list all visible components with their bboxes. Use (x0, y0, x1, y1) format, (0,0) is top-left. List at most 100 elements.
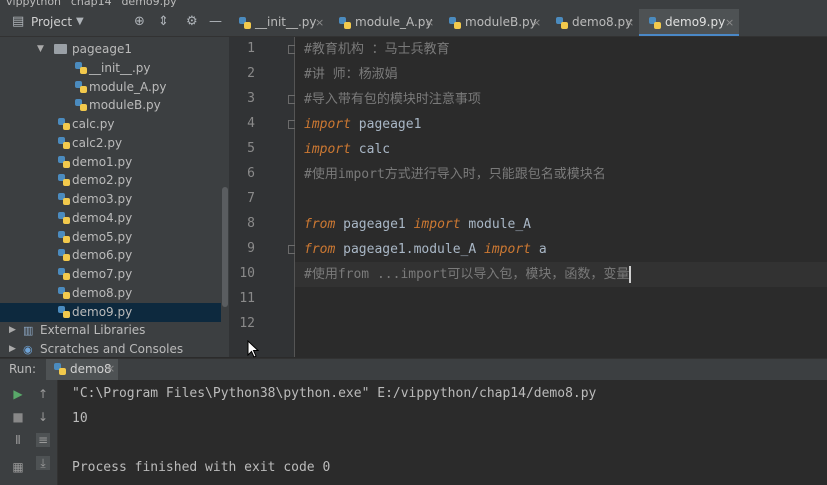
python-file-icon (75, 80, 87, 93)
line-number-gutter: 1 2 3 4 5 6 7 8 9 10 11 12 (229, 37, 297, 357)
python-file-icon (556, 17, 568, 29)
code-line[interactable]: #使用import方式进行导入时，只能跟包名或模块名 (295, 162, 827, 187)
code-line[interactable]: import pageage1 (295, 112, 827, 137)
tree-item-label: demo5.py (72, 229, 133, 244)
code-token: import (413, 217, 461, 232)
project-tree[interactable]: ▼ pageage1 __init__.py module_A.py moduleB.p… (0, 37, 221, 357)
scroll-to-end-icon[interactable]: ⤓ (36, 456, 50, 470)
close-icon[interactable]: × (532, 9, 541, 36)
breadcrumb-file[interactable]: demo9.py (121, 0, 176, 8)
tree-file[interactable]: demo7.py (0, 265, 221, 284)
close-icon[interactable]: × (106, 362, 115, 375)
tree-node[interactable]: ▶ ▥ External Libraries (0, 321, 221, 340)
tree-file[interactable]: calc.py (0, 115, 221, 134)
python-file-icon (649, 17, 661, 29)
console-exit-line: Process finished with exit code 0 (72, 460, 331, 475)
code-line[interactable]: import calc (295, 137, 827, 162)
code-line[interactable] (295, 187, 827, 212)
editor-tab[interactable]: demo8.py × (546, 9, 639, 36)
close-icon[interactable]: × (725, 9, 734, 36)
tree-file[interactable]: calc2.py (0, 134, 221, 153)
code-line[interactable]: from pageage1 import module_A (295, 212, 827, 237)
code-line[interactable]: #讲 师：杨淑娟 (295, 62, 827, 87)
python-file-icon (339, 17, 351, 29)
gear-icon[interactable]: ⚙ (186, 14, 198, 29)
tree-file[interactable]: module_A.py (0, 78, 221, 97)
tree-file[interactable]: moduleB.py (0, 96, 221, 115)
chevron-down-icon[interactable]: ▼ (76, 16, 84, 27)
tree-file[interactable]: demo1.py (0, 153, 221, 172)
close-icon[interactable]: × (425, 9, 434, 36)
expand-arrow-icon[interactable]: ▶ (9, 340, 16, 357)
editor-tab-label: __init__.py (255, 15, 317, 29)
code-token: a (531, 242, 547, 257)
tree-file[interactable]: demo8.py (0, 284, 221, 303)
line-number: 7 (247, 191, 255, 206)
arrow-down-icon[interactable]: ↓ (36, 410, 50, 424)
tree-item-label: __init__.py (89, 60, 151, 75)
rerun-icon[interactable]: ▶ (11, 387, 25, 401)
line-number: 1 (247, 41, 255, 56)
python-file-icon (449, 17, 461, 29)
arrow-up-icon[interactable]: ↑ (36, 387, 50, 401)
expand-arrow-icon[interactable]: ▶ (9, 321, 16, 340)
tree-item-label: demo4.py (72, 210, 133, 225)
code-line[interactable]: #教育机构 ：马士兵教育 (295, 37, 827, 62)
python-file-icon (58, 136, 70, 149)
pause-icon[interactable]: Ⅱ (11, 433, 25, 447)
tree-scrollbar-thumb[interactable] (222, 187, 228, 307)
code-token: #使用from ...import可以导入包，模块，函数，变量 (304, 267, 630, 282)
tree-item-label: moduleB.py (89, 98, 161, 113)
breadcrumb-folder[interactable]: chap14 (71, 0, 112, 8)
run-tab[interactable]: demo8 × (46, 359, 118, 380)
console-command-line: "C:\Program Files\Python38\python.exe" E… (72, 386, 597, 401)
run-console[interactable]: "C:\Program Files\Python38\python.exe" E… (58, 380, 827, 485)
python-file-icon (58, 174, 70, 187)
tree-file[interactable]: demo5.py (0, 228, 221, 247)
expand-arrow-icon[interactable]: ▼ (37, 40, 44, 59)
mouse-cursor-icon (247, 340, 259, 358)
breadcrumb-project[interactable]: vippython (6, 0, 61, 8)
stop-icon[interactable]: ■ (11, 410, 25, 424)
tree-file[interactable]: demo4.py (0, 209, 221, 228)
tree-item-label: pageage1 (72, 42, 132, 56)
run-toolbar: ▶ ↑ ■ ↓ Ⅱ ≡ ▦ ⤓ (0, 380, 58, 485)
code-editor[interactable]: #教育机构 ：马士兵教育 #讲 师：杨淑娟 #导入带有包的模块时注意事项 import… (295, 37, 827, 357)
tree-item-label: demo2.py (72, 173, 133, 188)
tree-node[interactable]: ▶ ◉ Scratches and Consoles (0, 340, 221, 357)
editor-tab[interactable]: demo9.py × (639, 9, 739, 36)
tree-file[interactable]: demo3.py (0, 190, 221, 209)
hide-panel-icon[interactable]: — (209, 14, 222, 29)
tree-file[interactable]: demo6.py (0, 246, 221, 265)
tree-file[interactable]: __init__.py (0, 59, 221, 78)
code-token: #讲 师：杨淑娟 (304, 67, 398, 82)
code-token: import (304, 142, 351, 157)
tree-scrollbar[interactable] (221, 37, 229, 357)
tree-folder[interactable]: ▼ pageage1 (0, 40, 221, 59)
code-token: #导入带有包的模块时注意事项 (304, 92, 481, 107)
locate-icon[interactable]: ⊕ (134, 14, 145, 29)
tree-file[interactable]: demo9.py (0, 302, 221, 322)
project-panel-header: ▤ Project ▼ ⊕ ⇕ ⚙ — (0, 9, 229, 37)
code-line[interactable]: from pageage1.module_A import a (295, 237, 827, 262)
close-icon[interactable]: × (315, 9, 324, 36)
close-icon[interactable]: × (625, 9, 634, 36)
soft-wrap-icon[interactable]: ≡ (36, 433, 50, 447)
project-view-icon: ▤ (12, 14, 25, 29)
editor-tab[interactable]: __init__.py × (229, 9, 329, 36)
editor-tab[interactable]: moduleB.py × (439, 9, 546, 36)
code-line[interactable]: #使用from ...import可以导入包，模块，函数，变量 (295, 262, 827, 287)
code-line[interactable] (295, 312, 827, 337)
run-label: Run: (9, 362, 37, 376)
code-line[interactable]: #导入带有包的模块时注意事项 (295, 87, 827, 112)
collapse-all-icon[interactable]: ⇕ (158, 14, 169, 29)
python-file-icon (58, 118, 70, 130)
tree-item-label: demo9.py (72, 304, 133, 319)
layout-icon[interactable]: ▦ (11, 460, 25, 474)
tree-file[interactable]: demo2.py (0, 171, 221, 190)
editor-tab[interactable]: module_A.py × (329, 9, 439, 36)
code-line[interactable] (295, 287, 827, 312)
python-file-icon (58, 268, 70, 280)
project-view-selector[interactable]: Project (31, 15, 72, 29)
python-file-icon (58, 230, 70, 243)
